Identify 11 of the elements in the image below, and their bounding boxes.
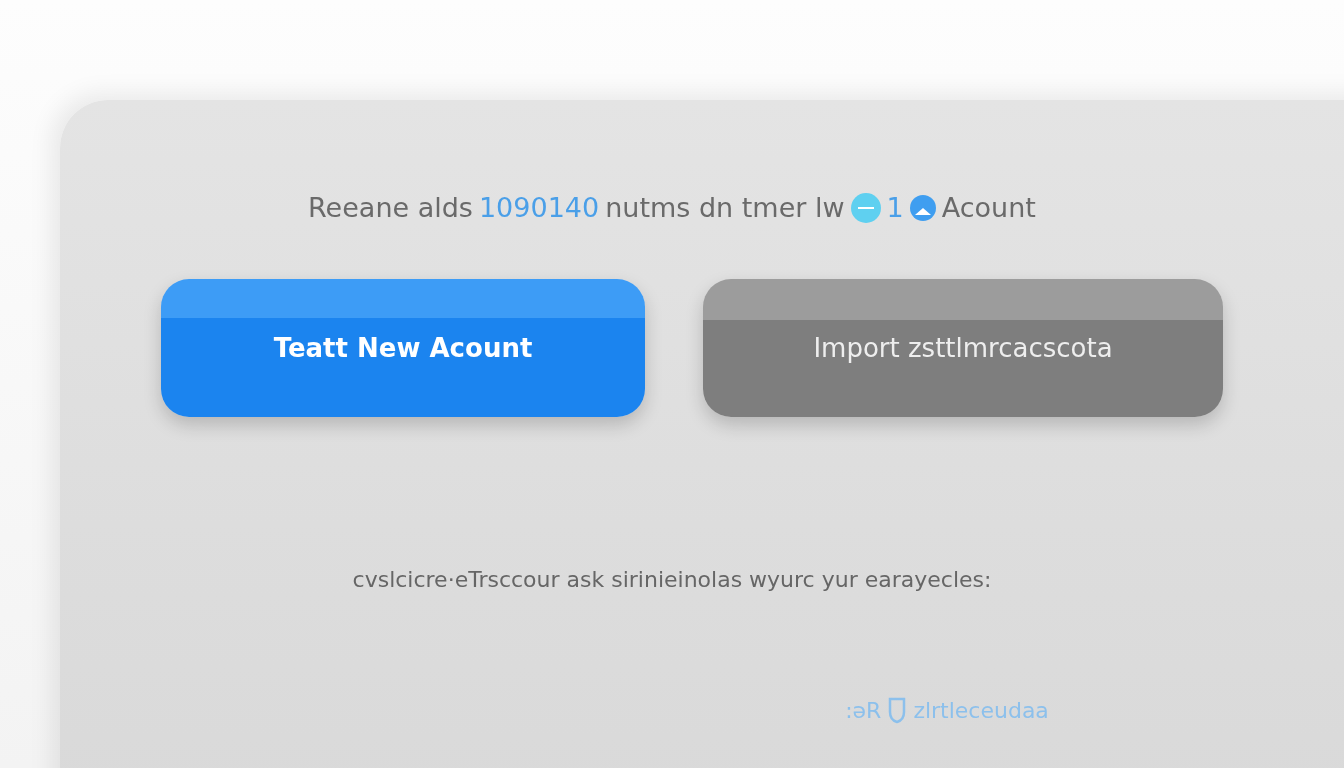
shield-icon [887,696,908,724]
import-account-button[interactable]: Import zsttlmrcacscota [703,279,1223,417]
heading-text: 1090140 [478,192,600,223]
badge-icon [850,192,881,223]
heading-text: nutms dn tmer lw [605,192,845,223]
subtitle: cvslcicre·eTrsccour ask sirinieinolas wyurc yur earayecles: [352,567,992,592]
heading-text: 1 [886,192,904,223]
heading-text: Reeane alds [308,192,473,223]
create-account-button[interactable]: Teatt New Acount [161,279,645,417]
avatar-icon [909,194,936,221]
heading-text: Acount [941,192,1036,223]
